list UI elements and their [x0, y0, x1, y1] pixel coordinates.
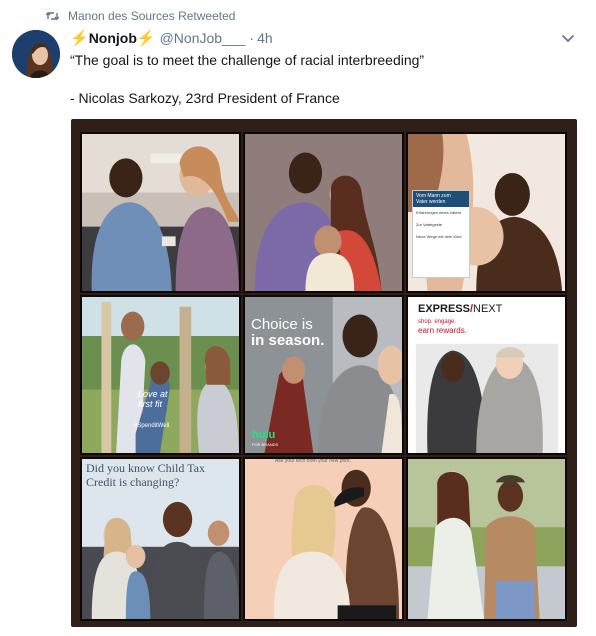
- ad-body-line: Erfahrungen eines Vaters: [416, 210, 462, 215]
- ad-title: Vom Mann zum Vater werden: [413, 191, 469, 207]
- tweet-card[interactable]: Manon des Sources Retweeted ⚡ Nonjob ⚡ @…: [0, 0, 596, 636]
- chevron-down-icon[interactable]: [560, 30, 576, 46]
- ad-headline-line: Did you know Child Tax: [86, 461, 205, 475]
- photo-express-ad: EXPRESS/NEXT shop. engage. earn rewards.: [406, 295, 567, 455]
- express-brand: EXPRESS: [418, 303, 470, 315]
- photo-hulu-ad: Choice is in season. hulu FOR BRANDS: [243, 295, 404, 455]
- photo-couple-outdoor: [406, 457, 567, 621]
- display-name[interactable]: Nonjob: [89, 30, 137, 46]
- ad-overlay-line: first fit: [138, 399, 162, 409]
- photo-tax-credit-ad: Did you know Child Tax Credit is changin…: [80, 457, 241, 621]
- express-logo: EXPRESS/NEXT: [418, 303, 502, 315]
- express-tag: shop. engage.: [418, 319, 457, 325]
- express-tag: earn rewards.: [418, 326, 467, 335]
- bolt-emoji: ⚡: [70, 30, 89, 47]
- ad-text-panel: Vom Mann zum Vater werden Erfahrungen ei…: [412, 190, 470, 278]
- hulu-logo: hulu: [252, 429, 276, 441]
- ad-title-line: Vater werden: [416, 199, 446, 205]
- ad-overlay-text: Love at first fit: [138, 389, 168, 409]
- ad-hashtag: #SpenditWell: [134, 423, 170, 429]
- ad-headline: Choice is in season.: [251, 317, 324, 349]
- tweet-header: ⚡ Nonjob ⚡ @NonJob___ · 4h: [70, 28, 273, 48]
- ad-headline-line: Credit is changing?: [86, 475, 180, 489]
- ad-caption: Ask your tech from your new print.: [275, 458, 351, 464]
- tweet-text: “The goal is to meet the challenge of ra…: [70, 50, 570, 108]
- photo-family-park: Love at first fit #SpenditWell: [80, 295, 241, 455]
- tweet-text-line: “The goal is to meet the challenge of ra…: [70, 52, 425, 68]
- photo-family-portrait: [243, 132, 404, 293]
- tweet-text-line: - Nicolas Sarkozy, 23rd President of Fra…: [70, 90, 340, 106]
- ad-body-line: Zur Vatergeste: [416, 222, 443, 227]
- user-handle[interactable]: @NonJob___: [160, 30, 246, 46]
- photo-couple-sofa: [80, 132, 241, 293]
- ad-overlay-line: Love at: [138, 389, 168, 399]
- photo-couple-portrait: Ask your tech from your new print.: [243, 457, 404, 621]
- express-brand2: NEXT: [473, 303, 503, 315]
- photo-pregnancy-ad: Vom Mann zum Vater werden Erfahrungen ei…: [406, 132, 567, 293]
- ad-headline-line: Choice is: [251, 316, 313, 333]
- ad-body: Erfahrungen eines Vaters Zur Vatergeste …: [413, 207, 469, 243]
- media-image[interactable]: Vom Mann zum Vater werden Erfahrungen ei…: [71, 119, 577, 627]
- separator-dot: ·: [249, 30, 255, 46]
- ad-headline-line: in season.: [251, 332, 325, 349]
- avatar[interactable]: [12, 30, 60, 78]
- ad-headline: Did you know Child Tax Credit is changin…: [86, 461, 205, 489]
- retweet-context: Manon des Sources Retweeted: [45, 8, 235, 24]
- bolt-emoji: ⚡: [136, 30, 156, 47]
- retweet-icon: [45, 10, 60, 22]
- ad-body-line: Neue Wege mit dem Kind: [416, 234, 462, 239]
- retweet-text[interactable]: Manon des Sources Retweeted: [68, 9, 235, 23]
- hulu-sub: FOR BRANDS: [252, 442, 279, 447]
- timestamp[interactable]: 4h: [257, 30, 273, 46]
